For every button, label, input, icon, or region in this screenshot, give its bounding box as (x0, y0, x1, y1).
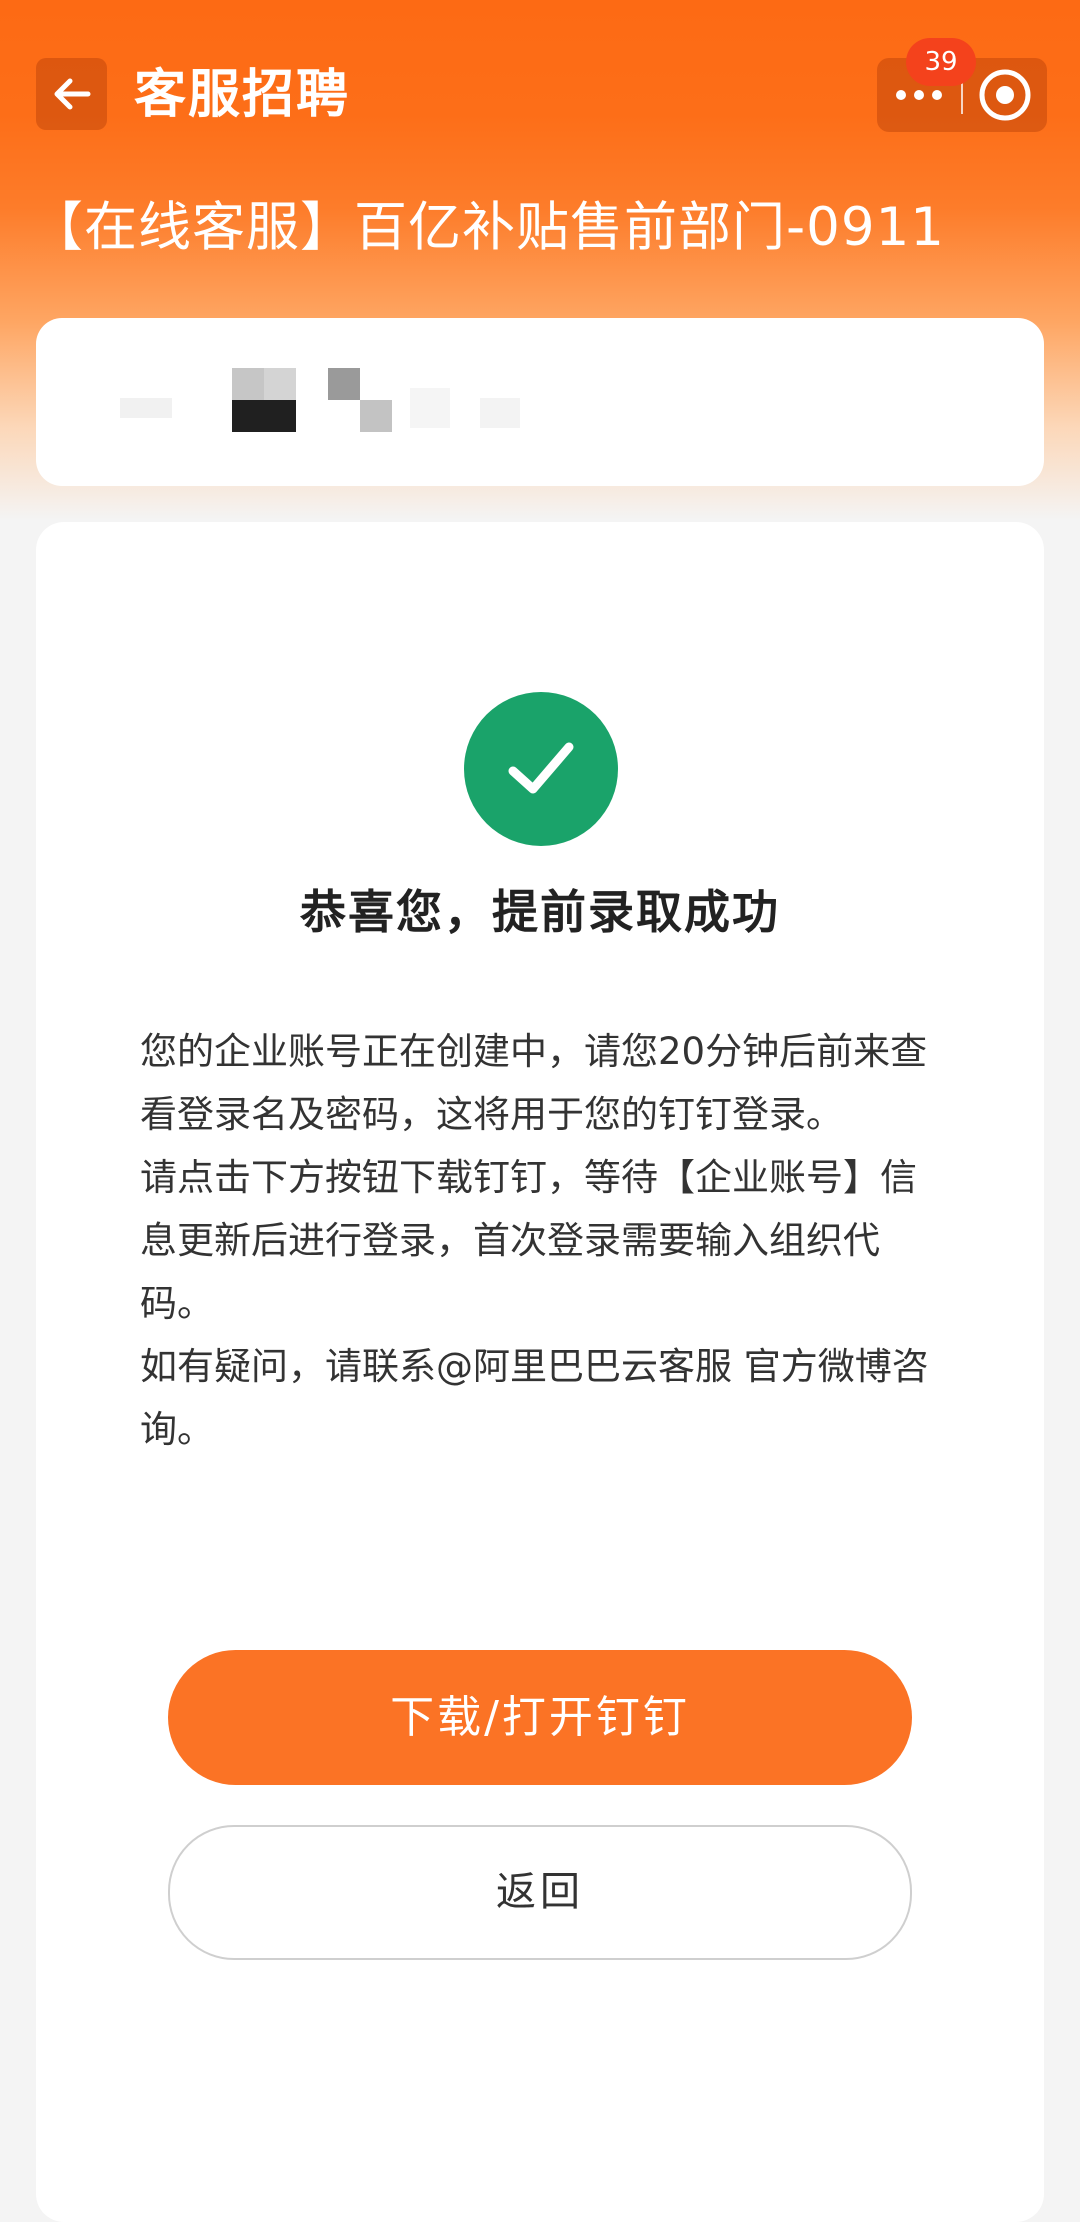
arrow-left-icon (54, 78, 90, 110)
user-info-card (36, 318, 1044, 486)
message-paragraph: 如有疑问，请联系@阿里巴巴云客服 官方微博咨询。 (140, 1345, 929, 1451)
pixelated-redacted-name (120, 368, 540, 448)
page-title: 客服招聘 (134, 65, 351, 125)
notification-badge: 39 (906, 38, 976, 86)
back-button[interactable] (36, 58, 107, 130)
download-dingtalk-button[interactable]: 下载/打开钉钉 (168, 1650, 912, 1785)
return-button[interactable]: 返回 (168, 1825, 912, 1960)
top-nav-bar: 客服招聘 39 (0, 0, 1080, 190)
success-check-badge (464, 692, 618, 846)
message-paragraph: 请点击下方按钮下载钉钉，等待【企业账号】信息更新后进行登录，首次登录需要输入组织… (140, 1156, 917, 1325)
close-mini-program-button[interactable] (963, 58, 1047, 132)
more-dots-icon (896, 90, 942, 100)
success-title: 恭喜您，提前录取成功 (300, 885, 780, 939)
message-paragraph: 您的企业账号正在创建中，请您20分钟后前来查看登录名及密码，这将用于您的钉钉登录… (140, 1030, 928, 1136)
instruction-message: 您的企业账号正在创建中，请您20分钟后前来查看登录名及密码，这将用于您的钉钉登录… (140, 1020, 950, 1461)
target-circle-icon (979, 69, 1031, 121)
job-title: 【在线客服】百亿补贴售前部门-0911 (30, 197, 946, 258)
checkmark-circle-icon (508, 742, 574, 794)
